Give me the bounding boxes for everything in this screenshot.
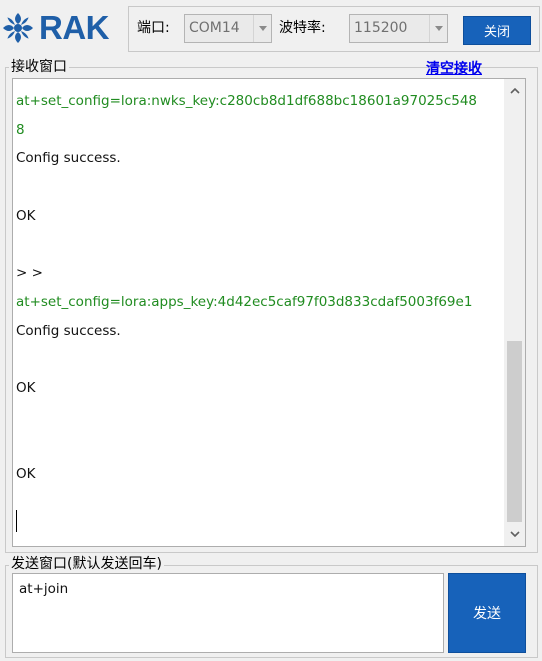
port-select-value: COM14 <box>189 20 240 36</box>
receive-window-title: 接收窗口 <box>9 59 69 75</box>
scroll-up-arrow-icon[interactable] <box>504 81 525 101</box>
chevron-down-icon[interactable] <box>253 15 271 42</box>
port-label: 端口: <box>137 20 170 36</box>
text-cursor <box>16 510 17 532</box>
close-port-button[interactable]: 关闭 <box>463 16 531 45</box>
receive-log-line <box>16 230 504 259</box>
chevron-down-icon[interactable] <box>429 15 447 42</box>
receive-log-line: OK <box>16 207 36 224</box>
port-select[interactable]: COM14 <box>184 14 272 43</box>
receive-log-line: OK <box>16 465 36 482</box>
baud-rate-label: 波特率: <box>279 20 326 36</box>
rak-logo-icon <box>2 12 34 44</box>
receive-log-line: 8 <box>16 121 25 138</box>
send-button[interactable]: 发送 <box>448 573 526 653</box>
receive-log-line <box>16 345 504 374</box>
receive-log-line: at+set_config=lora:apps_key:4d42ec5caf97… <box>16 293 473 310</box>
receive-log-line <box>16 403 504 432</box>
send-window-title: 发送窗口(默认发送回车) <box>9 556 164 572</box>
receive-textarea[interactable]: at+set_config=lora:nwks_key:c280cb8d1df6… <box>12 78 526 547</box>
logo-wordmark: RAK <box>39 9 110 46</box>
receive-log: at+set_config=lora:nwks_key:c280cb8d1df6… <box>16 87 504 489</box>
serial-assistant-window: RAK 端口: COM14 波特率: 115200 关闭 接收窗口 清空接收 a… <box>0 0 542 661</box>
receive-log-line: OK <box>16 379 36 396</box>
receive-log-line: at+set_config=lora:nwks_key:c280cb8d1df6… <box>16 93 478 109</box>
vertical-scrollbar[interactable] <box>504 79 525 546</box>
receive-log-line: Config success. <box>16 322 121 339</box>
baud-rate-select-value: 115200 <box>354 20 408 36</box>
clear-receive-link[interactable]: 清空接收 <box>426 60 482 78</box>
send-input[interactable]: at+join <box>12 573 444 653</box>
scroll-down-arrow-icon[interactable] <box>504 524 525 544</box>
receive-log-line <box>16 431 504 460</box>
receive-log-line: Config success. <box>16 150 121 167</box>
rak-logo: RAK <box>2 8 110 48</box>
receive-log-line <box>16 173 504 202</box>
baud-rate-select[interactable]: 115200 <box>349 14 448 43</box>
receive-log-line: > > <box>16 265 43 282</box>
scrollbar-thumb[interactable] <box>507 341 522 522</box>
